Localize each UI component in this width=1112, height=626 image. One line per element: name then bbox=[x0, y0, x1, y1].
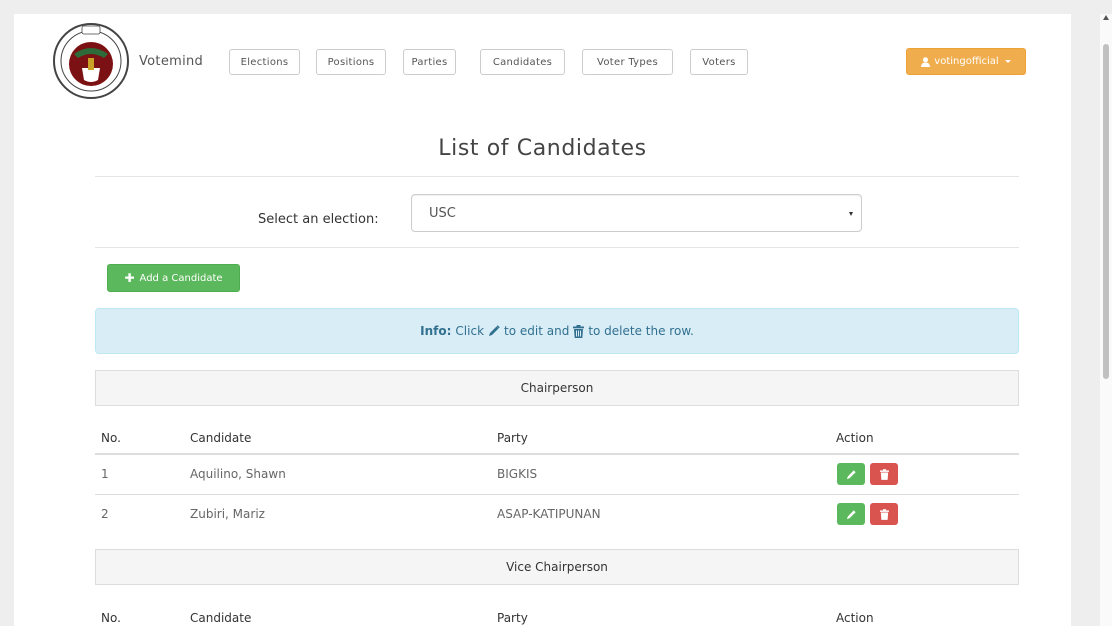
column-header-action: Action bbox=[836, 611, 874, 625]
column-header-no: No. bbox=[101, 431, 121, 445]
election-select-label: Select an election: bbox=[258, 212, 379, 227]
row-divider bbox=[95, 494, 1019, 495]
scroll-up-arrow-icon[interactable] bbox=[1103, 15, 1109, 20]
page-scrollbar[interactable] bbox=[1100, 14, 1112, 626]
edit-row-button[interactable] bbox=[837, 503, 865, 525]
page-title: List of Candidates bbox=[438, 136, 647, 161]
row-party: ASAP-KATIPUNAN bbox=[497, 507, 601, 521]
user-icon bbox=[921, 56, 931, 67]
row-candidate: Aquilino, Shawn bbox=[190, 467, 286, 481]
user-menu-label: votingofficial bbox=[934, 56, 999, 67]
election-select[interactable]: USC bbox=[411, 194, 862, 232]
column-header-candidate: Candidate bbox=[190, 431, 252, 445]
trash-icon bbox=[573, 324, 585, 338]
nav-parties-button[interactable]: Parties bbox=[403, 49, 456, 75]
delete-row-button[interactable] bbox=[870, 503, 898, 525]
nav-voters-button[interactable]: Voters bbox=[690, 49, 748, 75]
divider bbox=[95, 247, 1019, 248]
row-candidate: Zubiri, Mariz bbox=[190, 507, 265, 521]
column-header-party: Party bbox=[497, 431, 528, 445]
pencil-icon bbox=[846, 509, 856, 519]
info-text-middle: to edit and bbox=[504, 324, 570, 338]
row-number: 1 bbox=[101, 467, 109, 481]
row-number: 2 bbox=[101, 507, 109, 521]
nav-candidates-button[interactable]: Candidates bbox=[480, 49, 565, 75]
election-select-value: USC bbox=[429, 205, 456, 221]
add-candidate-button[interactable]: ✚ Add a Candidate bbox=[107, 264, 240, 292]
info-text-end: to delete the row. bbox=[588, 324, 694, 338]
row-party: BIGKIS bbox=[497, 467, 538, 481]
column-header-no: No. bbox=[101, 611, 121, 625]
column-header-action: Action bbox=[836, 431, 874, 445]
add-candidate-label: Add a Candidate bbox=[139, 272, 223, 284]
delete-row-button[interactable] bbox=[870, 463, 898, 485]
section-heading-chairperson: Chairperson bbox=[95, 370, 1019, 406]
user-menu-button[interactable]: votingofficial bbox=[906, 48, 1026, 75]
brand-name[interactable]: Votemind bbox=[139, 54, 203, 69]
column-header-party: Party bbox=[497, 611, 528, 625]
nav-positions-button[interactable]: Positions bbox=[316, 49, 386, 75]
dropdown-arrow-icon bbox=[849, 212, 853, 216]
nav-elections-button[interactable]: Elections bbox=[229, 49, 300, 75]
pencil-icon bbox=[489, 325, 500, 336]
nav-voter-types-button[interactable]: Voter Types bbox=[582, 49, 673, 75]
column-header-candidate: Candidate bbox=[190, 611, 252, 625]
plus-icon: ✚ bbox=[124, 271, 135, 285]
scroll-thumb[interactable] bbox=[1103, 44, 1109, 379]
page-container: Votemind Elections Positions Parties Can… bbox=[14, 14, 1071, 626]
divider bbox=[95, 176, 1019, 177]
info-prefix: Info: bbox=[420, 324, 452, 338]
pencil-icon bbox=[846, 469, 856, 479]
trash-icon bbox=[879, 508, 889, 520]
edit-row-button[interactable] bbox=[837, 463, 865, 485]
section-heading-vice-chairperson: Vice Chairperson bbox=[95, 549, 1019, 585]
info-alert: Info: Click to edit and to delete the ro… bbox=[95, 308, 1019, 354]
university-seal-logo bbox=[53, 23, 129, 99]
trash-icon bbox=[879, 468, 889, 480]
caret-down-icon bbox=[1004, 60, 1011, 63]
table-divider bbox=[95, 453, 1019, 455]
info-text-click: Click bbox=[455, 324, 485, 338]
